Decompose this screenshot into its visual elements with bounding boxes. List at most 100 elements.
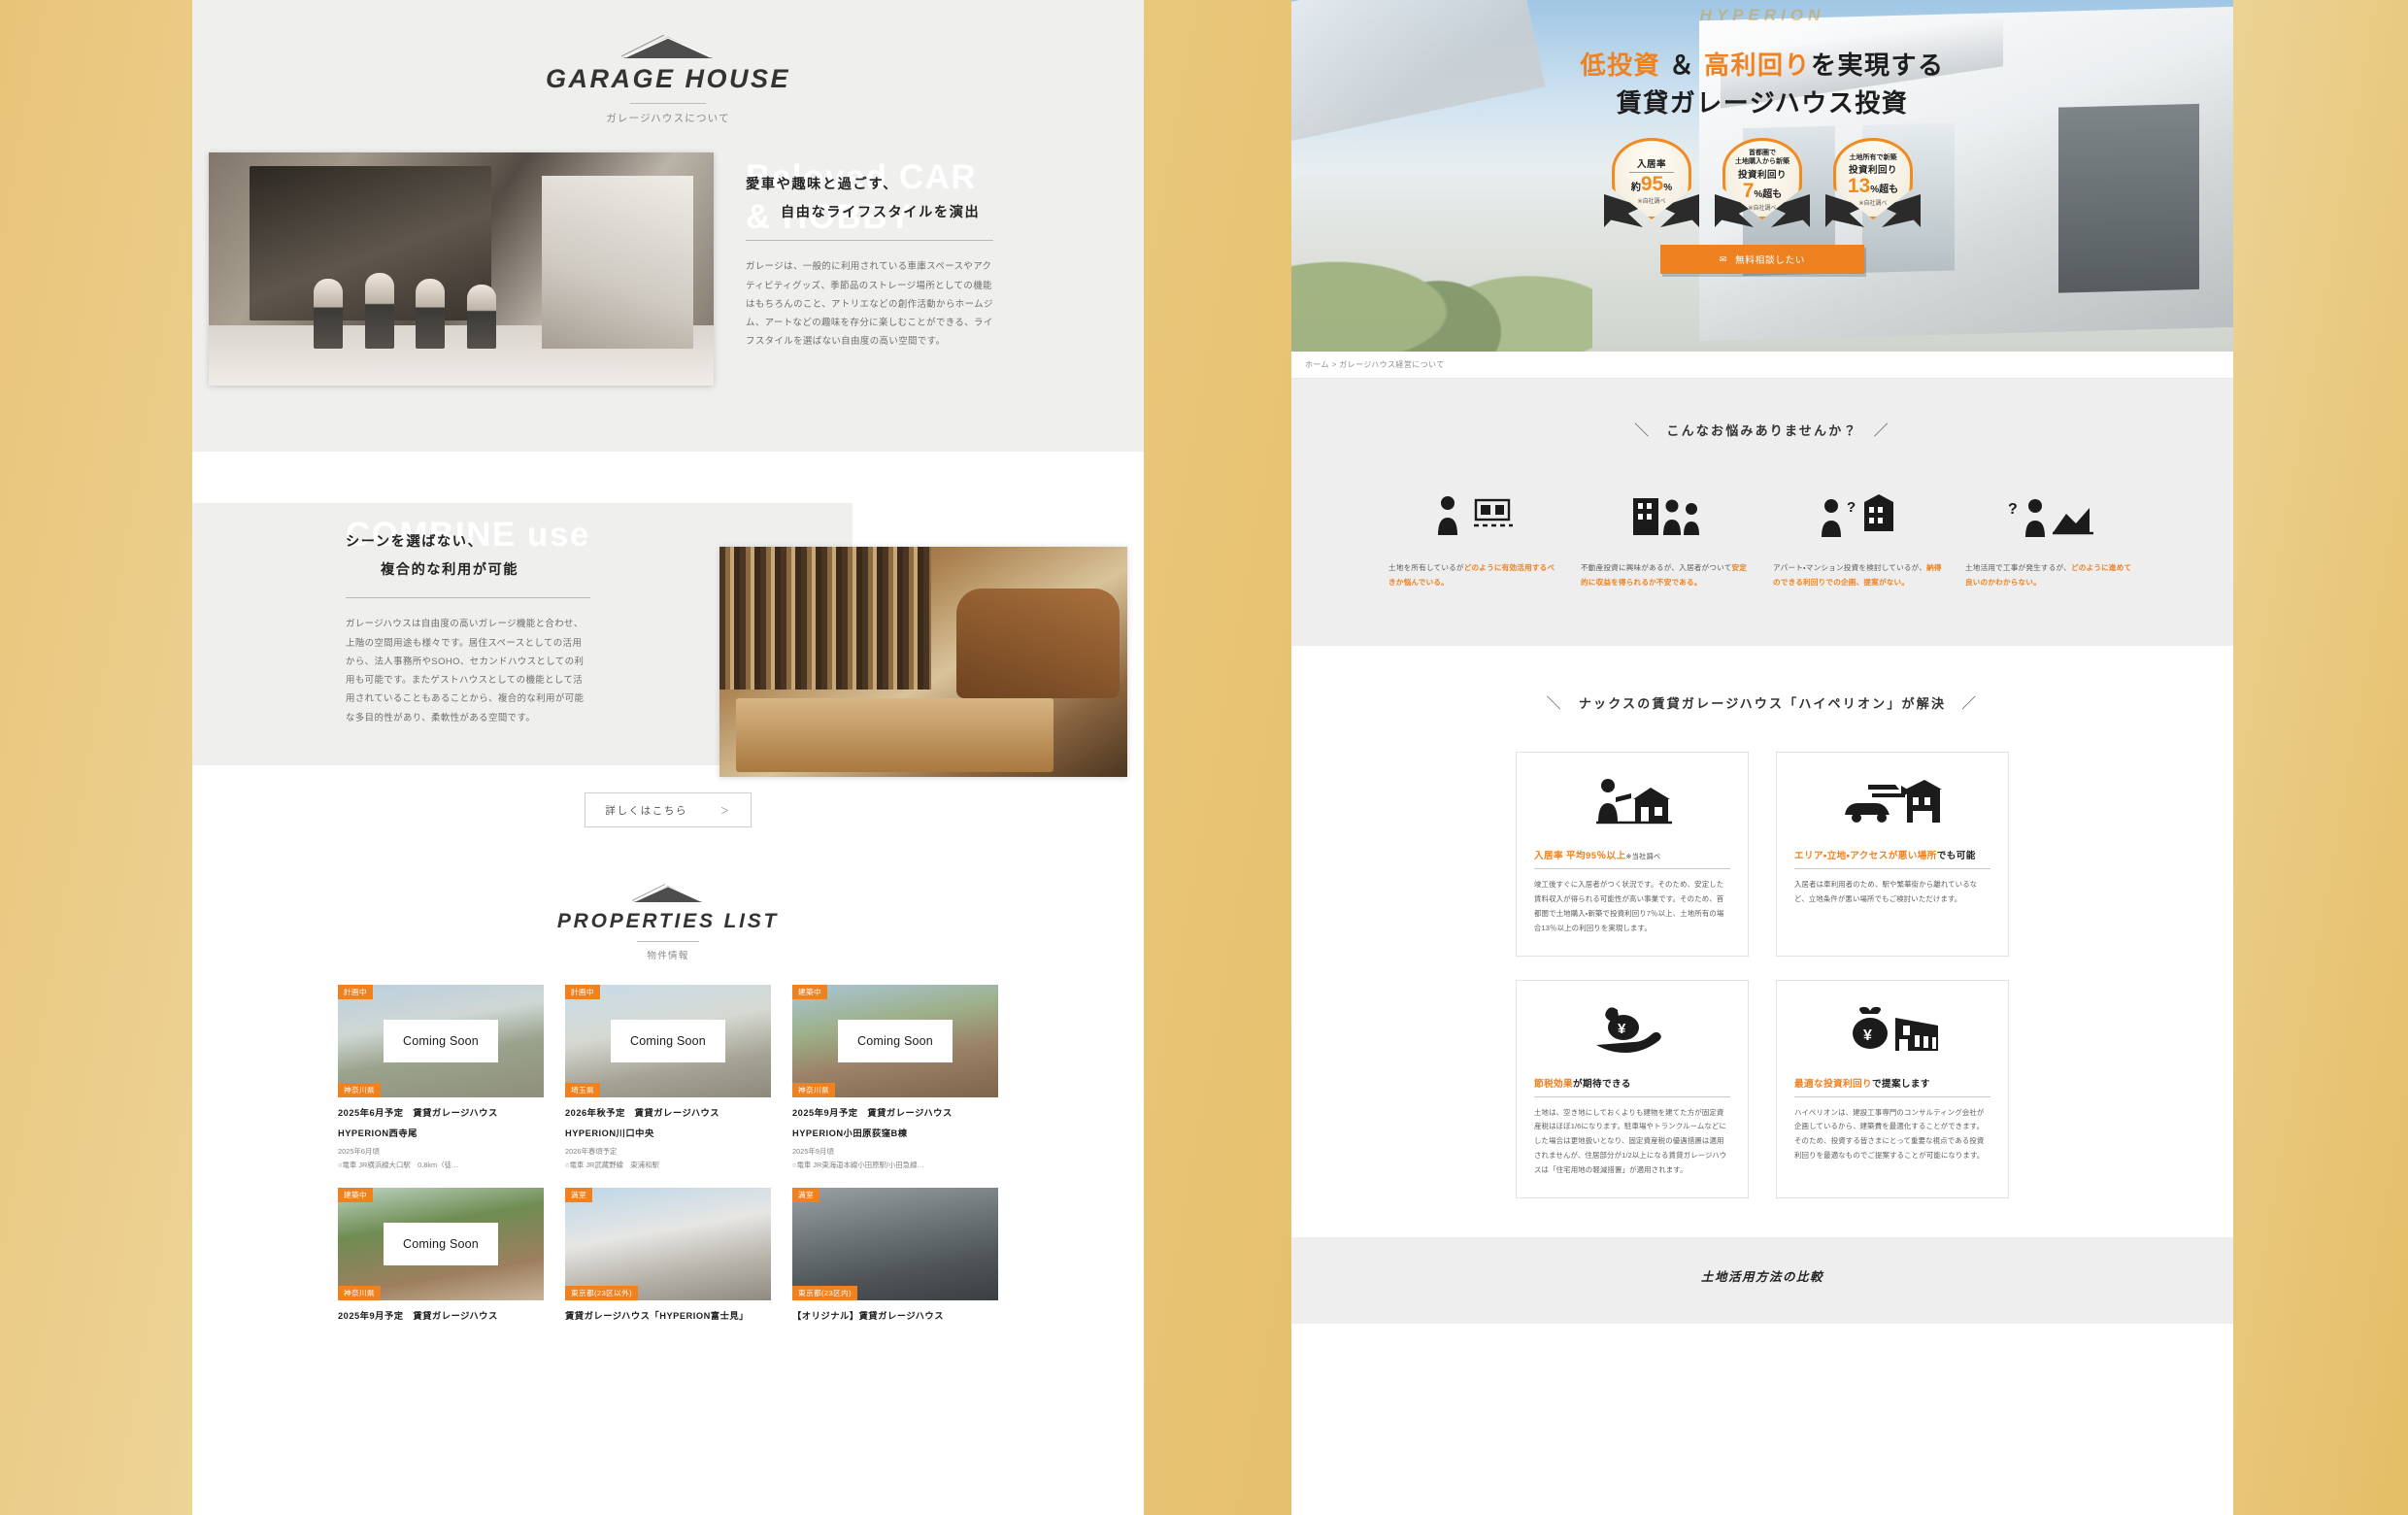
trouble-text: 土地活用で工事が発生するが、どのように進めて良いのかわからない。 bbox=[1965, 560, 2136, 589]
region-badge: 神奈川県 bbox=[338, 1285, 381, 1300]
badge-caption: 首都圏で 土地購入から新築 bbox=[1735, 150, 1789, 165]
section1-heading-line2: 自由なライフスタイルを演出 bbox=[781, 205, 981, 221]
coming-soon-overlay: Coming Soon bbox=[384, 1223, 498, 1265]
hand-yen-icon: ¥ bbox=[1534, 1002, 1730, 1062]
hero-line1-tail: を実現する bbox=[1810, 50, 1945, 80]
property-title: 2025年9月予定 賃貸ガレージハウス bbox=[338, 1311, 498, 1321]
property-card[interactable]: 計画中 神奈川県 Coming Soon 2025年6月予定 賃貸ガレージハウス… bbox=[338, 985, 544, 1170]
property-card[interactable]: 建築中 神奈川県 Coming Soon 2025年9月予定 賃貸ガレージハウス… bbox=[792, 985, 998, 1170]
trouble-item: ? アパート・マンション投資を検討しているが、納得のできる利回りでの企画、提案が… bbox=[1773, 487, 1944, 589]
slash-right-icon: ／ bbox=[1873, 422, 1890, 439]
trouble-item: 不動産投資に興味があるが、入居者がついて安定的に収益を得られるか不安である。 bbox=[1581, 487, 1752, 589]
properties-list-title: PROPERTIES LIST 物件情報 bbox=[192, 884, 1144, 961]
garage-house-logo[interactable]: GARAGE HOUSE ガレージハウスについて bbox=[192, 35, 1144, 125]
read-more-button[interactable]: 詳しくはこちら ＞ bbox=[585, 792, 752, 827]
property-access: ○電車 JR横浜線大口駅 0.8km（徒… bbox=[338, 1161, 459, 1169]
hero-copy: 低投資 ＆ 高利回りを実現する 賃貸ガレージハウス投資 bbox=[1291, 0, 2233, 122]
solution-title: 入居率 平均95％以上※当社調べ bbox=[1534, 848, 1730, 870]
svg-text:?: ? bbox=[1847, 499, 1856, 516]
badge-yield-7: 首都圏で 土地購入から新築 投資利回り 7 %超も ※自社調べ bbox=[1715, 138, 1810, 231]
badge-yield-13: 土地所有で新築 投資利回り 13 %超も ※自社調べ bbox=[1825, 138, 1921, 231]
badge-number: 95 bbox=[1640, 173, 1664, 195]
region-badge: 埼玉県 bbox=[565, 1082, 600, 1097]
left-header: GARAGE HOUSE ガレージハウスについて bbox=[192, 0, 1144, 134]
trouble-text: 不動産投資に興味があるが、入居者がついて安定的に収益を得られるか不安である。 bbox=[1581, 560, 1752, 589]
person-question-building-icon: ? bbox=[1773, 487, 1944, 543]
solution-card: エリア・立地・アクセスが悪い場所でも可能 入居者は車利用者のため、駅や繁華街から… bbox=[1776, 752, 2009, 957]
property-card[interactable]: 満室 東京都(23区内) 【オリジナル】賃貸ガレージハウス bbox=[792, 1188, 998, 1322]
properties-subtitle: 物件情報 bbox=[647, 951, 689, 961]
trouble-item: 土地を所有しているがどのように有効活用するべきか悩んでいる。 bbox=[1388, 487, 1559, 589]
property-thumbnail: 満室 東京都(23区内) bbox=[792, 1188, 998, 1300]
trouble-text-pre: 土地活用で工事が発生するが、 bbox=[1965, 563, 2071, 572]
section2-heading-line1: シーンを選ばない、 bbox=[346, 534, 484, 550]
solution-heading-text: ナックスの賃貸ガレージハウス「ハイペリオン」が解決 bbox=[1578, 696, 1947, 712]
badge-unit: % bbox=[1663, 183, 1673, 193]
solution-body: ハイペリオンは、建設工事専門のコンサルティング会社が企画しているから、建築費を最… bbox=[1794, 1107, 1985, 1161]
slash-left-icon: ＼ bbox=[1546, 695, 1563, 713]
solution-section: ＼ ナックスの賃貸ガレージハウス「ハイペリオン」が解決 ／ 入居率 平均95％以… bbox=[1291, 646, 2233, 1237]
photo-people bbox=[300, 246, 532, 349]
property-title: 2026年秋予定 賃貸ガレージハウス bbox=[565, 1108, 720, 1118]
breadcrumb[interactable]: ホーム > ガレージハウス経営について bbox=[1291, 352, 2233, 379]
photo-bookshelf bbox=[719, 547, 932, 690]
status-badge: 建築中 bbox=[338, 1188, 373, 1203]
hero-badges: 入居率 約 95% ※自社調べ 首都圏で 土地購入から新築 投資利回り 7 %超も bbox=[1291, 138, 2233, 231]
person-land-slope-icon: ? bbox=[1965, 487, 2136, 543]
solution-grid: 入居率 平均95％以上※当社調べ 竣工後すぐに入居者がつく状況です。そのため、安… bbox=[1291, 752, 2233, 1198]
hero-headline-line2: 賃貸ガレージハウス投資 bbox=[1616, 88, 1909, 118]
roof-icon-properties bbox=[632, 884, 704, 904]
chevron-right-icon: ＞ bbox=[720, 805, 731, 816]
status-badge: 計画中 bbox=[565, 985, 600, 1000]
property-name: HYPERION川口中央 bbox=[565, 1128, 654, 1138]
solution-heading: ＼ ナックスの賃貸ガレージハウス「ハイペリオン」が解決 ／ bbox=[1291, 692, 2233, 713]
solution-card: ¥ 節税効果が期待できる 土地は、空き地にしておくよりも建物を建てた方が固定資産… bbox=[1516, 979, 1749, 1198]
section1-heading: 愛車や趣味と過ごす、 自由なライフスタイルを演出 bbox=[746, 171, 1081, 227]
trouble-text-pre: アパート・マンション投資を検討しているが、 bbox=[1773, 563, 1927, 572]
status-badge: 満室 bbox=[565, 1188, 592, 1203]
property-card[interactable]: 満室 東京都(23区以外) 賃貸ガレージハウス「HYPERION富士見」 bbox=[565, 1188, 771, 1322]
cta-label: 無料相談したい bbox=[1735, 255, 1806, 266]
status-badge: 建築中 bbox=[792, 985, 827, 1000]
trouble-item: ? 土地活用で工事が発生するが、どのように進めて良いのかわからない。 bbox=[1965, 487, 2136, 589]
section1-body: ガレージは、一般的に利用されている車庫スペースやアクティビティグッズ、季節品のス… bbox=[746, 260, 993, 347]
section2-heading-line2: 複合的な利用が可能 bbox=[381, 562, 519, 579]
solution-title: 最適な投資利回りで提案します bbox=[1794, 1076, 1990, 1097]
logo-wordmark: GARAGE HOUSE bbox=[545, 64, 791, 93]
hero-section: HYPERION 低投資 ＆ 高利回りを実現する 賃貸ガレージハウス投資 入居率… bbox=[1291, 0, 2233, 352]
section2-heading: シーンを選ばない、 複合的な利用が可能 bbox=[346, 528, 666, 585]
badge-note: ※自社調べ bbox=[1858, 201, 1888, 208]
solution-body: 土地は、空き地にしておくよりも建物を建てた方が固定資産税はほぼ1/6になります。… bbox=[1534, 1107, 1727, 1174]
trouble-text: アパート・マンション投資を検討しているが、納得のできる利回りでの企画、提案がない… bbox=[1773, 560, 1944, 589]
solution-title-highlight: 最適な投資利回り bbox=[1794, 1078, 1872, 1090]
solution-title-plain: でも可能 bbox=[1936, 851, 1976, 862]
badge-number: 13 bbox=[1847, 175, 1871, 198]
section1-heading-line1: 愛車や趣味と過ごす、 bbox=[746, 177, 898, 192]
property-name: HYPERION小田原荻窪B棟 bbox=[792, 1128, 908, 1138]
region-badge: 神奈川県 bbox=[792, 1082, 835, 1097]
free-consultation-button[interactable]: ✉ 無料相談したい bbox=[1660, 245, 1864, 274]
right-page-panel: HYPERION 低投資 ＆ 高利回りを実現する 賃貸ガレージハウス投資 入居率… bbox=[1291, 0, 2233, 1515]
roof-icon bbox=[621, 35, 715, 60]
solution-body: 入居者は車利用者のため、駅や繁華街から離れているなど、立地条件が悪い場所でもご検… bbox=[1794, 880, 1978, 904]
property-title: 賃貸ガレージハウス「HYPERION富士見」 bbox=[565, 1311, 749, 1321]
property-title: 2025年6月予定 賃貸ガレージハウス bbox=[338, 1108, 498, 1118]
section1-photo bbox=[209, 152, 714, 386]
solution-title: エリア・立地・アクセスが悪い場所でも可能 bbox=[1794, 848, 1990, 870]
hero-headline-line1: 低投資 ＆ 高利回りを実現する bbox=[1291, 47, 2233, 84]
region-badge: 東京都(23区以外) bbox=[565, 1285, 639, 1300]
status-badge: 満室 bbox=[792, 1188, 819, 1203]
section-combine-use: COMBINE use シーンを選ばない、 複合的な利用が可能 ガレージハウスは… bbox=[192, 503, 1144, 777]
property-card[interactable]: 建築中 神奈川県 Coming Soon 2025年9月予定 賃貸ガレージハウス bbox=[338, 1188, 544, 1322]
property-thumbnail: 計画中 埼玉県 Coming Soon bbox=[565, 985, 771, 1097]
status-badge: 計画中 bbox=[338, 985, 373, 1000]
solution-title-highlight: 入居率 平均95％以上 bbox=[1534, 851, 1626, 862]
section2-body: ガレージハウスは自由度の高いガレージ機能と合わせ、上階の空間用途も様々です。居住… bbox=[346, 618, 585, 723]
trouble-heading: ＼ こんなお悩みありませんか？ ／ bbox=[1291, 420, 2233, 440]
badge-note: ※自社調べ bbox=[1748, 205, 1777, 212]
property-card[interactable]: 計画中 埼玉県 Coming Soon 2026年秋予定 賃貸ガレージハウス H… bbox=[565, 985, 771, 1170]
trouble-text-pre: 土地を所有しているが bbox=[1388, 563, 1464, 572]
solution-title-highlight: 節税効果 bbox=[1534, 1078, 1573, 1090]
property-title: 2025年9月予定 賃貸ガレージハウス bbox=[792, 1108, 953, 1118]
person-presenting-house-icon bbox=[1534, 774, 1730, 834]
